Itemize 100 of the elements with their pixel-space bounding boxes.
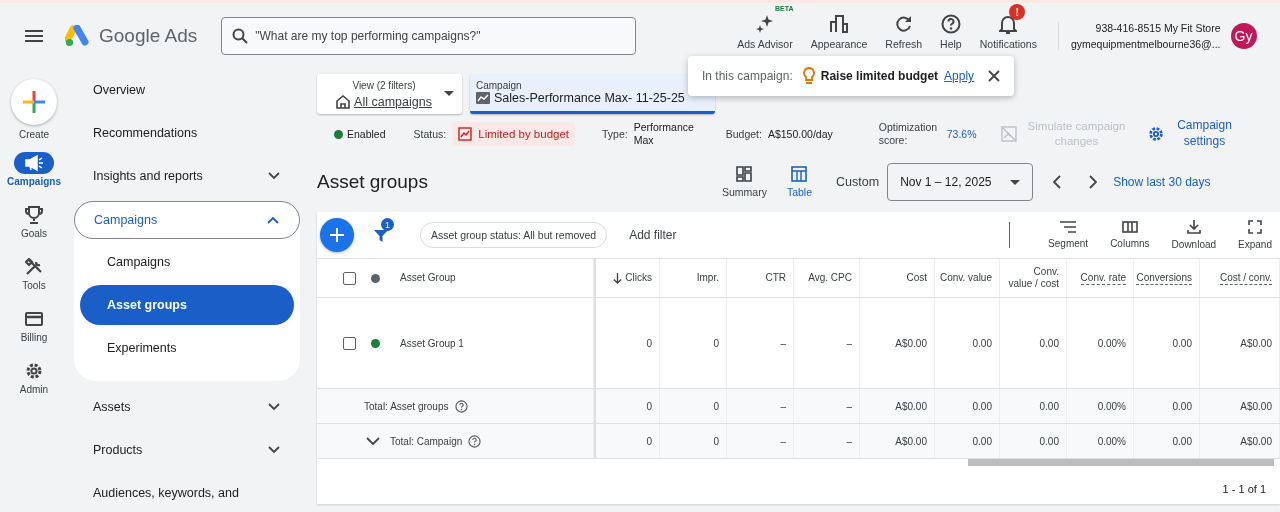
column-header[interactable]: Avg. CPC: [808, 272, 852, 284]
column-header[interactable]: CTR: [765, 272, 786, 284]
refresh-icon: [894, 15, 913, 33]
column-header[interactable]: Cost / conv.: [1219, 271, 1272, 285]
table-cell: A$0.00: [1240, 337, 1272, 349]
nav-subitem[interactable]: Experiments: [80, 328, 294, 368]
settings-link[interactable]: Campaign settings: [1146, 118, 1235, 150]
download-icon: [1186, 220, 1201, 234]
view-toggle[interactable]: Summary: [722, 166, 767, 198]
pagination-text: 1 - 1 of 1: [1222, 483, 1266, 495]
campaign-state: Enabled: [347, 128, 386, 140]
columns-icon: [1121, 221, 1138, 233]
toolbar-button[interactable]: Appearance: [801, 4, 877, 50]
apply-link[interactable]: Apply: [944, 69, 975, 83]
plus-icon: [330, 228, 344, 242]
rail-item[interactable]: Tools: [14, 256, 54, 291]
nav-subitem[interactable]: Asset groups: [80, 285, 294, 325]
search-field[interactable]: "What are my top performing campaigns?": [221, 16, 637, 55]
table-cell: –: [846, 337, 852, 349]
table-cell: 0.00: [972, 400, 992, 412]
help-icon[interactable]: [454, 399, 468, 413]
nav-item[interactable]: Assets: [74, 385, 300, 428]
table-cell: 0.00: [972, 435, 992, 447]
table-cell: 0.00%: [1097, 435, 1126, 447]
status-chip: Limited by budget: [452, 122, 576, 146]
toolbar-button[interactable]: Columns: [1110, 221, 1150, 249]
column-header[interactable]: Impr.: [696, 272, 719, 284]
toolbar-button[interactable]: Segment: [1048, 221, 1089, 249]
table-cell: 0.00%: [1097, 337, 1126, 349]
table-cell: –: [780, 400, 786, 412]
table-cell: 0.00: [1039, 337, 1059, 349]
column-header[interactable]: Conv. value: [939, 272, 992, 284]
close-icon[interactable]: [988, 70, 1001, 82]
checkbox[interactable]: [343, 271, 356, 285]
next-icon[interactable]: [1089, 175, 1098, 189]
create-button[interactable]: [11, 79, 57, 125]
nav-item[interactable]: Overview: [74, 68, 300, 111]
view-selector[interactable]: View (2 filters) All campaigns: [317, 74, 462, 114]
help-icon[interactable]: [468, 434, 482, 448]
column-header[interactable]: Conv. rate: [1080, 271, 1126, 285]
rail-item[interactable]: Admin: [14, 360, 54, 395]
nav-item[interactable]: Insights and reports: [74, 154, 300, 197]
rail-item[interactable]: Goals: [14, 204, 54, 239]
help-icon: [940, 14, 961, 34]
scrollbar[interactable]: [968, 459, 1274, 466]
column-header[interactable]: Asset Group: [400, 272, 456, 284]
nav-item[interactable]: Products: [74, 428, 300, 471]
range-label: Custom: [836, 175, 880, 189]
toolbar-button[interactable]: ! Notifications: [970, 4, 1046, 50]
table-cell: 0.00: [1039, 400, 1059, 412]
toolbar-button[interactable]: Expand: [1238, 220, 1272, 250]
nav-subitem[interactable]: Campaigns: [80, 242, 294, 282]
column-header[interactable]: Conversions: [1136, 271, 1192, 285]
caret-icon: [1010, 179, 1021, 185]
chart-off-icon: [1000, 126, 1017, 142]
fullscreen-icon: [1248, 220, 1263, 234]
view-toggle[interactable]: Table: [786, 166, 813, 198]
caret-icon: [444, 91, 454, 96]
table-cell: 0: [713, 400, 719, 412]
toolbar-button[interactable]: Download: [1171, 220, 1217, 250]
add-button[interactable]: [320, 218, 354, 252]
megaphone-icon: [24, 155, 44, 171]
create-label: Create: [19, 129, 49, 140]
filter-icon[interactable]: [374, 230, 388, 242]
add-filter-button[interactable]: Add filter: [629, 228, 677, 242]
nav-item[interactable]: Recommendations: [74, 111, 300, 154]
menu-icon[interactable]: [25, 29, 43, 42]
rail-item[interactable]: Billing: [14, 308, 54, 343]
settings-icon: [24, 361, 44, 381]
table-cell: 0.00: [1172, 435, 1192, 447]
table-cell: 0: [646, 400, 652, 412]
table-cell: 0.00: [972, 337, 992, 349]
column-header[interactable]: Cost: [906, 272, 927, 284]
table-cell: 0.00: [1039, 435, 1059, 447]
status-label: Status:: [413, 128, 447, 140]
rail-item[interactable]: Campaigns: [7, 152, 61, 187]
chevron-icon[interactable]: [366, 437, 380, 445]
avatar[interactable]: Gy: [1230, 22, 1257, 49]
column-header[interactable]: Conv. value / cost: [1007, 266, 1059, 290]
asset-group-name[interactable]: Asset Group 1: [400, 337, 464, 349]
checkbox[interactable]: [343, 336, 356, 350]
toolbar-button[interactable]: Help: [931, 4, 971, 50]
table-cell: 0: [713, 337, 719, 349]
table-cell: 0.00%: [1097, 400, 1126, 412]
card-icon: [25, 312, 43, 326]
nav-item[interactable]: Audiences, keywords, and: [74, 471, 300, 512]
logo-text: Google Ads: [99, 24, 198, 47]
last-30-days-link[interactable]: Show last 30 days: [1113, 175, 1211, 189]
sort-down-icon: [613, 272, 623, 284]
previous-icon[interactable]: [1053, 175, 1062, 189]
toolbar-button[interactable]: Refresh: [876, 4, 932, 50]
budget-value: A$150.00/day: [767, 128, 833, 140]
date-range-picker[interactable]: Nov 1 – 12, 2025: [887, 163, 1034, 201]
chevron-icon: [268, 402, 280, 411]
column-header[interactable]: Clicks: [613, 272, 652, 284]
bar-chart-icon: [830, 15, 848, 33]
chevron-icon: [268, 171, 280, 180]
status-icon: [370, 273, 380, 283]
score-label: Optimization score:: [878, 121, 939, 147]
total-label: Total: Asset groups: [364, 400, 449, 412]
